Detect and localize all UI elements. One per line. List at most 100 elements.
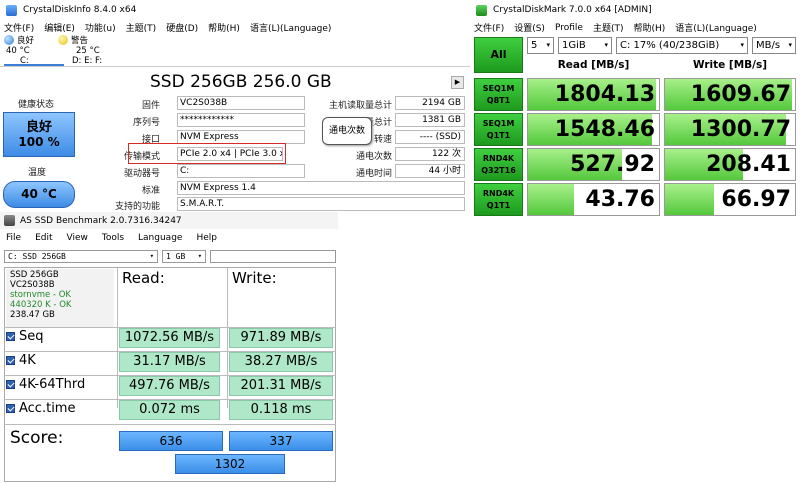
as-ssd-window: AS SSD Benchmark 2.0.7316.34247 File Edi… (0, 212, 338, 484)
as-menu-edit[interactable]: Edit (35, 233, 52, 243)
as-seq-read: 1072.56 MB/s (119, 328, 220, 348)
cdm-test-button-2[interactable]: RND4K Q32T16 (474, 148, 523, 181)
as-info-firmware: VC2S038B (10, 280, 55, 290)
drive-letter-label: 驱动器号 (123, 169, 160, 179)
health-status-box[interactable]: 良好 100 % (3, 112, 75, 157)
cdm-write-value-1: 1300.77 (664, 113, 796, 146)
host-reads-value: 2194 GB (395, 96, 465, 110)
health-status-text: 良好 (25, 120, 52, 135)
as-divider (117, 268, 118, 408)
as-write-header: Write: (232, 269, 277, 287)
health-label: 健康状态 (18, 100, 55, 110)
cdm-write-number: 1609.67 (690, 82, 791, 107)
disk-tab-c-status: 良好 (17, 36, 35, 46)
cdm-write-number: 208.41 (706, 152, 791, 177)
disk-tabs: 良好 40 °C C: 警告 25 °C D: E: F: (0, 35, 470, 67)
as-size-select[interactable]: 1 GB ▾ (162, 250, 206, 263)
as-acctime-write: 0.118 ms (229, 400, 333, 420)
cdm-menu-theme[interactable]: 主题(T) (593, 21, 624, 34)
cdi-menu-disk[interactable]: 硬盘(D) (166, 21, 198, 34)
cdm-write-value-0: 1609.67 (664, 78, 796, 111)
chevron-down-icon: ▾ (546, 41, 550, 49)
checkbox-checked-icon[interactable] (6, 332, 15, 341)
cdm-write-value-2: 208.41 (664, 148, 796, 181)
cdm-menu-file[interactable]: 文件(F) (474, 21, 504, 34)
disk-tab-def[interactable]: 警告 25 °C D: E: F: (58, 35, 128, 66)
as-row-4k64-label: 4K-64Thrd (19, 377, 86, 392)
cdm-read-header: Read [MB/s] (557, 59, 630, 71)
as-row-seq[interactable]: Seq (6, 329, 44, 344)
as-extra-field[interactable] (210, 250, 336, 263)
disk-tab-c-drive: C: (20, 56, 29, 66)
cdm-write-value-3: 66.97 (664, 183, 796, 216)
health-percent: 100 % (18, 135, 60, 149)
as-row-4k64[interactable]: 4K-64Thrd (6, 377, 85, 392)
disk-tab-def-status: 警告 (71, 36, 89, 46)
cdm-read-value-0: 1804.13 (527, 78, 660, 111)
checkbox-checked-icon[interactable] (6, 404, 15, 413)
power-hours-label: 通电时间 (355, 169, 392, 179)
cdi-menu-language[interactable]: 语言(L)(Language) (250, 21, 331, 34)
interface-value: NVM Express (177, 130, 305, 144)
as-row-acctime[interactable]: Acc.time (6, 401, 75, 416)
as-menu-help[interactable]: Help (196, 233, 217, 243)
count-select[interactable]: 5 ▾ (527, 37, 554, 54)
features-value: S.M.A.R.T. (177, 197, 465, 211)
disk-tab-def-drive: D: E: F: (72, 56, 103, 66)
checkbox-checked-icon[interactable] (6, 380, 15, 389)
chevron-down-icon: ▾ (149, 252, 154, 260)
as-menu-file[interactable]: File (6, 233, 21, 243)
cdm-test-button-1[interactable]: SEQ1M Q1T1 (474, 113, 523, 146)
standard-label: 标准 (141, 186, 160, 196)
cdm-write-number: 1300.77 (690, 117, 791, 142)
as-row-4k[interactable]: 4K (6, 353, 36, 368)
as-ssd-window-title: AS SSD Benchmark 2.0.7316.34247 (20, 215, 182, 226)
cdm-read-number: 1804.13 (554, 82, 655, 107)
cdm-menu-settings[interactable]: 设置(S) (514, 21, 545, 34)
as-read-header: Read: (122, 269, 165, 287)
cdm-test-queue: Q8T1 (486, 96, 511, 105)
cdi-menu-theme[interactable]: 主题(T) (126, 21, 157, 34)
crystaldiskinfo-app-icon (6, 4, 17, 16)
next-disk-arrow-icon[interactable]: ▶ (451, 76, 464, 89)
unit-select[interactable]: MB/s ▾ (752, 37, 796, 54)
drive-select[interactable]: C: 17% (40/238GiB) ▾ (616, 37, 748, 54)
temperature-box[interactable]: 40 °C (3, 181, 75, 208)
cdi-menu-function[interactable]: 功能(u) (85, 21, 116, 34)
cdm-read-number: 1548.46 (554, 117, 655, 142)
as-row-separator (4, 424, 336, 425)
chevron-down-icon: ▾ (788, 41, 792, 49)
cdm-menu-profile[interactable]: Profile (555, 23, 583, 33)
serial-value: ************ (177, 113, 305, 127)
disk-tab-c[interactable]: 良好 40 °C C: (4, 35, 64, 66)
crystaldiskinfo-window: CrystalDiskInfo 8.4.0 x64 文件(F) 编辑(E) 功能… (0, 0, 470, 212)
cdm-read-number: 43.76 (585, 187, 655, 212)
cdm-test-name: SEQ1M (482, 84, 515, 93)
size-select-value: 1GiB (562, 40, 586, 51)
cdi-menubar: 文件(F) 编辑(E) 功能(u) 主题(T) 硬盘(D) 帮助(H) 语言(L… (0, 20, 470, 35)
cdi-menu-help[interactable]: 帮助(H) (208, 21, 240, 34)
rotation-value: ---- (SSD) (395, 130, 465, 144)
cdm-window-title: CrystalDiskMark 7.0.0 x64 [ADMIN] (493, 5, 652, 15)
power-count-value: 122 次 (395, 147, 465, 161)
cdm-test-queue: Q32T16 (481, 166, 516, 175)
checkbox-checked-icon[interactable] (6, 356, 15, 365)
as-score-write: 337 (229, 431, 333, 451)
as-4k64-read: 497.76 MB/s (119, 376, 220, 396)
as-row-seq-label: Seq (19, 329, 44, 344)
as-menu-view[interactable]: View (67, 233, 88, 243)
all-button[interactable]: All (474, 37, 523, 73)
cdm-test-button-0[interactable]: SEQ1M Q8T1 (474, 78, 523, 111)
cdm-test-button-3[interactable]: RND4K Q1T1 (474, 183, 523, 216)
as-drive-select[interactable]: C: SSD 256GB ▾ (4, 250, 158, 263)
cdm-test-name: SEQ1M (482, 119, 515, 128)
cdm-menu-language[interactable]: 语言(L)(Language) (675, 21, 756, 34)
as-menu-language[interactable]: Language (138, 233, 182, 243)
cdi-menu-edit[interactable]: 编辑(E) (44, 21, 75, 34)
chevron-down-icon: ▾ (604, 41, 608, 49)
cdm-menu-help[interactable]: 帮助(H) (633, 21, 665, 34)
as-menu-tools[interactable]: Tools (102, 233, 124, 243)
cdi-menu-file[interactable]: 文件(F) (4, 21, 34, 34)
size-select[interactable]: 1GiB ▾ (558, 37, 612, 54)
as-ssd-app-icon (4, 215, 15, 226)
